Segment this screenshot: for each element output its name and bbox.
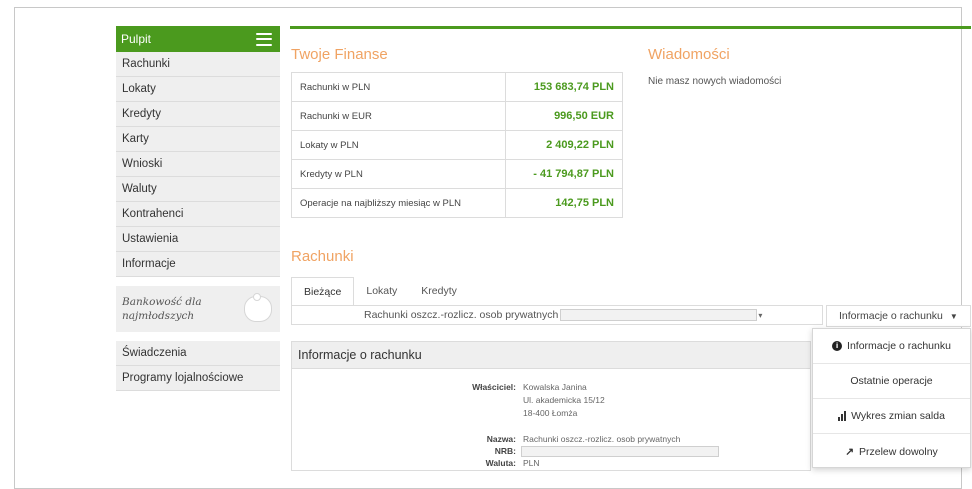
menu-icon[interactable] [256,32,272,46]
table-row: Kredyty w PLN - 41 794,87 PLN [291,159,624,189]
sidebar-item-kontrahenci[interactable]: Kontrahenci [116,202,280,227]
owner-line-3: 18-400 Łomża [523,408,578,418]
tab-kredyty[interactable]: Kredyty [409,277,469,305]
account-info-panel: Informacje o rachunku Właściciel: Kowals… [291,341,811,471]
sidebar-item-kredyty[interactable]: Kredyty [116,102,280,127]
table-row: Rachunki w PLN 153 683,74 PLN [291,72,624,102]
owner-line-1: Kowalska Janina [523,382,587,392]
chevron-down-icon: ▾ [758,310,763,320]
table-row: Rachunki w EUR 996,50 EUR [291,101,624,131]
row-label: Lokaty w PLN [291,130,506,160]
menu-item-account-info[interactable]: i Informacje o rachunku [813,329,970,364]
finances-title: Twoje Finanse [291,46,388,63]
menu-item-transfer[interactable]: ↗ Przelew dowolny [813,434,970,469]
menu-item-label: Wykres zmian salda [851,410,945,422]
sidebar-item-rachunki[interactable]: Rachunki [116,52,280,77]
menu-item-balance-chart[interactable]: Wykres zmian salda [813,399,970,434]
messages-title: Wiadomości [648,46,730,63]
chevron-down-icon: ▼ [949,311,958,321]
redacted-account-number [560,309,758,321]
name-value: Rachunki oszcz.-rozlicz. osob prywatnych [523,434,681,444]
sidebar-item-kids-banking[interactable]: Bankowość dla najmłodszych [116,286,280,332]
messages-empty-text: Nie masz nowych wiadomości [648,76,782,87]
kids-banking-line2: najmłodszych [122,310,195,322]
kids-banking-line1: Bankowość dla [122,296,202,308]
account-select[interactable]: Rachunki oszcz.-rozlicz. osob prywatnych… [291,305,823,325]
sidebar-item-waluty[interactable]: Waluty [116,177,280,202]
tab-lokaty[interactable]: Lokaty [354,277,409,305]
account-select-label: Rachunki oszcz.-rozlicz. osob prywatnych [364,309,559,321]
kids-banking-label: Bankowość dla najmłodszych [122,295,202,323]
menu-item-label: Ostatnie operacje [850,375,933,387]
sidebar-header[interactable]: Pulpit [116,26,280,52]
finances-table: Rachunki w PLN 153 683,74 PLN Rachunki w … [291,72,624,218]
row-label: Rachunki w PLN [291,72,506,102]
top-accent-bar [290,26,971,29]
sidebar-item-swiadczenia[interactable]: Świadczenia [116,341,280,366]
sidebar-item-lokaty[interactable]: Lokaty [116,77,280,102]
accounts-title: Rachunki [291,248,354,265]
row-label: Kredyty w PLN [291,159,506,189]
menu-item-recent-operations[interactable]: Ostatnie operacje [813,364,970,399]
accounts-tabs: Bieżące Lokaty Kredyty [291,277,469,305]
info-icon: i [832,341,843,351]
row-value: 996,50 EUR [504,101,624,131]
sidebar-item-programy[interactable]: Programy lojalnościowe [116,366,280,391]
owner-label: Właściciel: [472,382,516,392]
account-info-button-label: Informacje o rachunku [839,310,943,322]
sidebar: Pulpit Rachunki Lokaty Kredyty Karty Wni… [116,26,280,391]
redacted-nrb [521,446,719,457]
row-value: 142,75 PLN [504,188,624,218]
sidebar-item-ustawienia[interactable]: Ustawienia [116,227,280,252]
sidebar-header-label: Pulpit [121,32,152,46]
sidebar-item-karty[interactable]: Karty [116,127,280,152]
row-value: 2 409,22 PLN [504,130,624,160]
menu-item-label: Przelew dowolny [859,445,938,458]
tab-biezace[interactable]: Bieżące [291,277,355,305]
sidebar-item-informacje[interactable]: Informacje [116,252,280,277]
row-label: Rachunki w EUR [291,101,506,131]
currency-label: Waluta: [485,458,516,468]
name-label: Nazwa: [486,434,516,444]
external-link-icon: ↗ [845,445,854,458]
row-label: Operacje na najbliższy miesiąc w PLN [291,188,506,218]
sidebar-item-wnioski[interactable]: Wnioski [116,152,280,177]
owner-line-2: Ul. akademicka 15/12 [523,395,605,405]
nrb-label: NRB: [494,446,516,456]
bar-chart-icon [838,411,847,421]
piggy-bank-icon [244,293,272,322]
table-row: Lokaty w PLN 2 409,22 PLN [291,130,624,160]
account-info-title: Informacje o rachunku [292,342,810,369]
row-value: 153 683,74 PLN [504,72,624,102]
account-actions-menu: i Informacje o rachunku Ostatnie operacj… [812,328,971,468]
currency-value: PLN [523,458,540,468]
row-value: - 41 794,87 PLN [504,159,624,189]
account-info-dropdown-button[interactable]: Informacje o rachunku ▼ [826,305,971,327]
menu-item-label: Informacje o rachunku [847,340,951,352]
table-row: Operacje na najbliższy miesiąc w PLN 142,… [291,188,624,218]
